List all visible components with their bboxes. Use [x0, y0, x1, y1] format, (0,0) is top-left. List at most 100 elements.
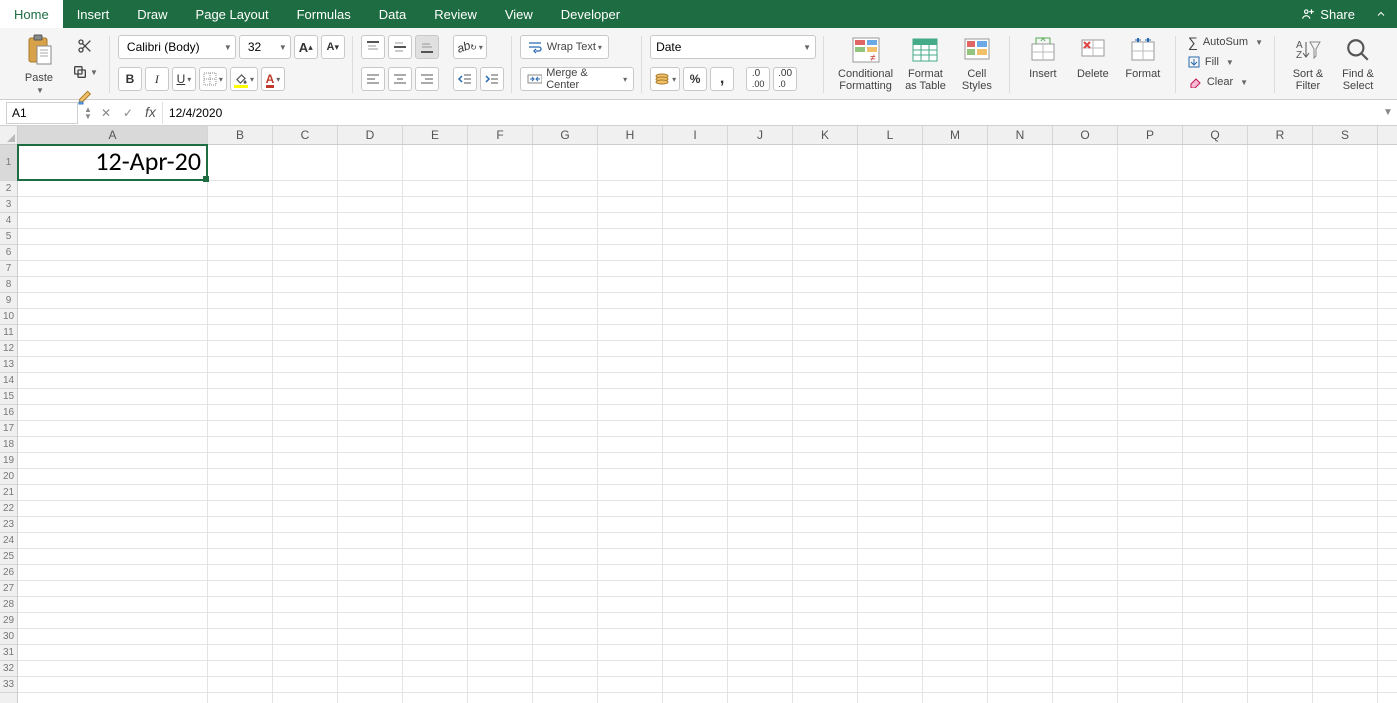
row-header-7[interactable]: 7 [0, 261, 17, 277]
column-header-D[interactable]: D [338, 126, 403, 144]
fill-button[interactable]: Fill ▼ [1184, 52, 1267, 72]
enter-formula-button[interactable]: ✓ [117, 106, 139, 120]
tab-insert[interactable]: Insert [63, 0, 124, 28]
row-header-25[interactable]: 25 [0, 549, 17, 565]
column-header-P[interactable]: P [1118, 126, 1183, 144]
column-header-Q[interactable]: Q [1183, 126, 1248, 144]
number-format-combo[interactable]: ▼ [650, 35, 816, 59]
column-header-J[interactable]: J [728, 126, 793, 144]
bold-button[interactable]: B [118, 67, 142, 91]
align-center-button[interactable] [388, 67, 412, 91]
font-color-button[interactable]: A ▾ [261, 67, 285, 91]
comma-format-button[interactable]: , [710, 67, 734, 91]
increase-decimal-button[interactable]: .0.00 [746, 67, 770, 91]
spreadsheet-grid[interactable]: ABCDEFGHIJKLMNOPQRS 12345678910111213141… [0, 126, 1397, 703]
font-size-combo[interactable]: ▼ [239, 35, 291, 59]
autosum-button[interactable]: ∑ AutoSum ▼ [1184, 32, 1267, 52]
row-header-18[interactable]: 18 [0, 437, 17, 453]
increase-indent-button[interactable] [480, 67, 504, 91]
column-header-A[interactable]: A [18, 126, 208, 144]
sort-filter-button[interactable]: AZ Sort & Filter [1283, 32, 1333, 99]
row-header-24[interactable]: 24 [0, 533, 17, 549]
borders-button[interactable]: ▾ [199, 67, 227, 91]
row-header-32[interactable]: 32 [0, 661, 17, 677]
clear-button[interactable]: Clear ▼ [1184, 72, 1267, 92]
row-header-23[interactable]: 23 [0, 517, 17, 533]
row-header-8[interactable]: 8 [0, 277, 17, 293]
align-right-button[interactable] [415, 67, 439, 91]
row-header-14[interactable]: 14 [0, 373, 17, 389]
row-header-33[interactable]: 33 [0, 677, 17, 693]
column-header-K[interactable]: K [793, 126, 858, 144]
font-name-combo[interactable]: ▼ [118, 35, 236, 59]
row-header-30[interactable]: 30 [0, 629, 17, 645]
align-middle-button[interactable] [388, 35, 412, 59]
row-header-1[interactable]: 1 [0, 145, 17, 181]
column-header-G[interactable]: G [533, 126, 598, 144]
row-header-26[interactable]: 26 [0, 565, 17, 581]
row-header-19[interactable]: 19 [0, 453, 17, 469]
tab-review[interactable]: Review [420, 0, 491, 28]
expand-formula-bar-button[interactable]: ▼ [1379, 107, 1397, 118]
paste-button[interactable]: Paste ▼ [14, 32, 64, 95]
percent-format-button[interactable]: % [683, 67, 707, 91]
fill-handle[interactable] [203, 176, 209, 182]
row-header-20[interactable]: 20 [0, 469, 17, 485]
tab-data[interactable]: Data [365, 0, 420, 28]
column-header-C[interactable]: C [273, 126, 338, 144]
align-top-button[interactable] [361, 35, 385, 59]
number-format-input[interactable] [651, 37, 797, 57]
decrease-decimal-button[interactable]: .00.0 [773, 67, 797, 91]
row-header-9[interactable]: 9 [0, 293, 17, 309]
row-header-3[interactable]: 3 [0, 197, 17, 213]
row-header-16[interactable]: 16 [0, 405, 17, 421]
row-header-28[interactable]: 28 [0, 597, 17, 613]
increase-font-size-button[interactable]: A▴ [294, 35, 318, 59]
row-header-6[interactable]: 6 [0, 245, 17, 261]
row-header-29[interactable]: 29 [0, 613, 17, 629]
format-cells-button[interactable]: Format [1118, 32, 1168, 99]
column-header-H[interactable]: H [598, 126, 663, 144]
accounting-format-button[interactable]: ▾ [650, 67, 680, 91]
column-header-N[interactable]: N [988, 126, 1053, 144]
copy-button[interactable]: ▼ [68, 60, 102, 84]
collapse-ribbon-button[interactable] [1365, 0, 1397, 28]
font-name-input[interactable] [122, 37, 222, 57]
format-as-table-button[interactable]: Format as Table [899, 32, 952, 99]
column-header-O[interactable]: O [1053, 126, 1118, 144]
row-header-2[interactable]: 2 [0, 181, 17, 197]
cut-button[interactable] [68, 34, 102, 58]
orientation-button[interactable]: ab↻▾ [453, 35, 487, 59]
row-header-27[interactable]: 27 [0, 581, 17, 597]
delete-cells-button[interactable]: Delete [1068, 32, 1118, 99]
column-header-I[interactable]: I [663, 126, 728, 144]
conditional-formatting-button[interactable]: ≠ Conditional Formatting [832, 32, 899, 99]
insert-function-button[interactable]: fx [139, 104, 162, 122]
row-header-5[interactable]: 5 [0, 229, 17, 245]
column-header-M[interactable]: M [923, 126, 988, 144]
column-header-F[interactable]: F [468, 126, 533, 144]
row-header-12[interactable]: 12 [0, 341, 17, 357]
align-bottom-button[interactable] [415, 35, 439, 59]
row-header-4[interactable]: 4 [0, 213, 17, 229]
merge-center-button[interactable]: Merge & Center ▾ [520, 67, 634, 91]
column-header-R[interactable]: R [1248, 126, 1313, 144]
tab-formulas[interactable]: Formulas [283, 0, 365, 28]
row-header-15[interactable]: 15 [0, 389, 17, 405]
tab-view[interactable]: View [491, 0, 547, 28]
column-header-S[interactable]: S [1313, 126, 1378, 144]
decrease-font-size-button[interactable]: A▾ [321, 35, 345, 59]
row-header-10[interactable]: 10 [0, 309, 17, 325]
wrap-text-button[interactable]: Wrap Text ▾ [520, 35, 609, 59]
formula-input[interactable] [162, 102, 1379, 124]
row-header-31[interactable]: 31 [0, 645, 17, 661]
tab-home[interactable]: Home [0, 0, 63, 28]
cells-area[interactable]: 12-Apr-20 [18, 145, 1397, 703]
align-left-button[interactable] [361, 67, 385, 91]
decrease-indent-button[interactable] [453, 67, 477, 91]
tab-draw[interactable]: Draw [123, 0, 181, 28]
format-painter-button[interactable] [68, 86, 102, 110]
fill-color-button[interactable]: ▾ [230, 67, 258, 91]
selected-cell[interactable]: 12-Apr-20 [17, 144, 208, 181]
row-header-22[interactable]: 22 [0, 501, 17, 517]
